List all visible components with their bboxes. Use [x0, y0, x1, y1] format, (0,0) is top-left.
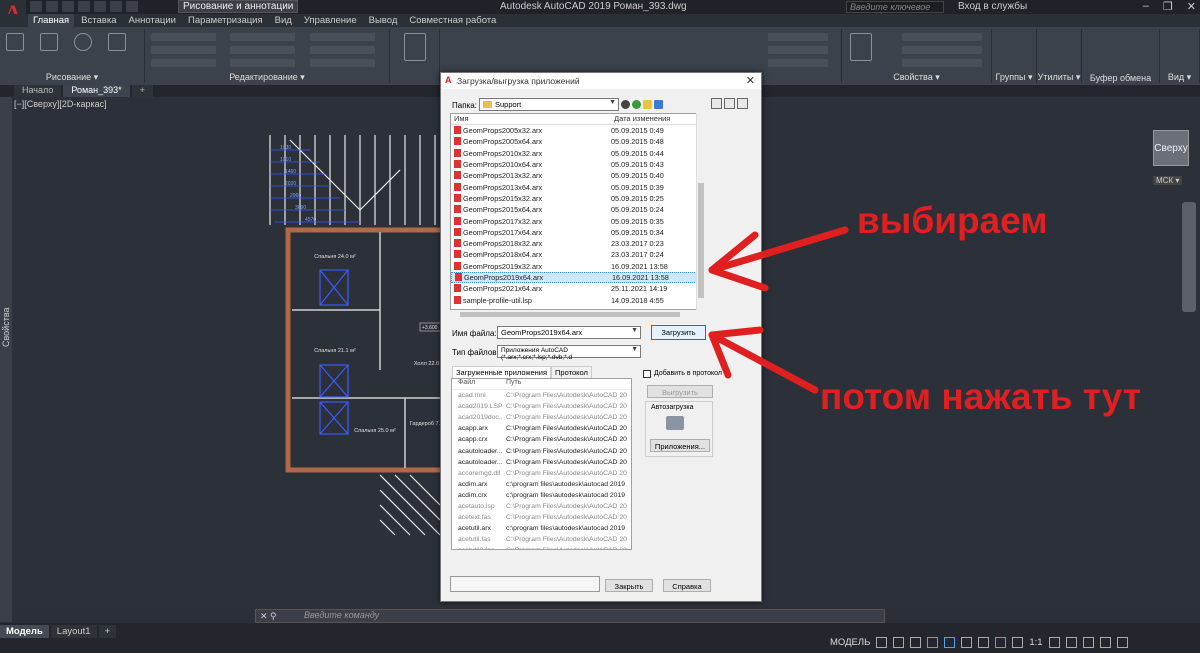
plus-icon[interactable]: [1065, 637, 1077, 648]
menu-icon[interactable]: [1116, 637, 1128, 648]
selection-cycling-icon[interactable]: [995, 637, 1007, 648]
arrow-to-load: [708, 331, 819, 394]
command-line[interactable]: ✕ ⚲ Введите команду: [255, 609, 885, 623]
status-bar: Модель Layout1 + МОДЕЛЬ 1:1: [0, 623, 1200, 653]
tab-model[interactable]: Модель: [0, 625, 49, 638]
osnap-icon[interactable]: [944, 637, 956, 648]
lineweight-icon[interactable]: [978, 637, 990, 648]
otrack-icon[interactable]: [961, 637, 973, 648]
gear-icon[interactable]: [1048, 637, 1060, 648]
grid-icon[interactable]: [876, 637, 888, 648]
fullscreen-icon[interactable]: [1099, 637, 1111, 648]
annotation-arrows: [708, 226, 849, 394]
polar-icon[interactable]: [927, 637, 939, 648]
command-input[interactable]: Введите команду: [304, 610, 379, 620]
close-icon[interactable]: ✕ ⚲: [260, 611, 277, 622]
layout-tabs: Модель Layout1 +: [0, 625, 117, 638]
model-space-button[interactable]: МОДЕЛЬ: [830, 637, 870, 648]
annotation-choose: выбираем: [857, 200, 1048, 241]
annotation-then-click: потом нажать тут: [820, 376, 1141, 417]
annotation-scale-icon[interactable]: [1012, 637, 1024, 648]
ortho-icon[interactable]: [910, 637, 922, 648]
isolate-icon[interactable]: [1082, 637, 1094, 648]
snap-icon[interactable]: [893, 637, 905, 648]
tab-layout1[interactable]: Layout1: [50, 625, 97, 638]
scale-readout[interactable]: 1:1: [1029, 637, 1042, 648]
arrow-head-load: [708, 326, 764, 379]
add-layout-button[interactable]: +: [98, 625, 117, 638]
status-tray: МОДЕЛЬ 1:1: [830, 637, 1128, 648]
